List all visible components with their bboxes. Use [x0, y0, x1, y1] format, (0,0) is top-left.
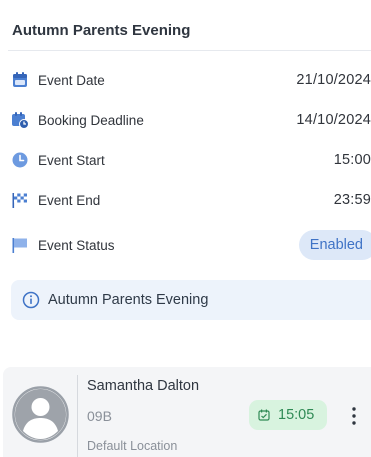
info-icon	[22, 291, 40, 309]
detail-row-event-status: Event Status Enabled	[0, 229, 371, 261]
calendar-icon	[11, 71, 29, 89]
detail-label: Event Date	[38, 72, 105, 88]
checkered-flag-icon	[11, 191, 29, 209]
detail-row-event-date: Event Date 21/10/2024	[0, 64, 371, 96]
detail-row-event-end: Event End 23:59	[0, 184, 371, 216]
booking-time: 15:05	[278, 407, 315, 423]
detail-label: Event End	[38, 192, 101, 208]
booking-location: Default Location	[87, 439, 178, 453]
more-vertical-icon[interactable]	[348, 405, 360, 427]
detail-label: Event Start	[38, 152, 105, 168]
info-text: Autumn Parents Evening	[48, 292, 209, 308]
title-divider	[8, 50, 371, 51]
clock-icon	[11, 151, 29, 169]
student-name: Samantha Dalton	[87, 378, 200, 394]
card-divider	[77, 375, 78, 457]
student-group: 09B	[87, 408, 112, 424]
detail-value: 21/10/2024	[296, 72, 371, 88]
detail-row-event-start: Event Start 15:00	[0, 144, 371, 176]
detail-value: 14/10/2024	[296, 112, 371, 128]
detail-value: 23:59	[333, 192, 371, 208]
detail-value: 15:00	[333, 152, 371, 168]
detail-row-booking-deadline: Booking Deadline 14/10/2024	[0, 104, 371, 136]
detail-label: Event Status	[38, 237, 115, 253]
status-badge: Enabled	[298, 230, 371, 260]
flag-icon	[11, 236, 29, 254]
booking-card[interactable]: Samantha Dalton 09B Default Location 15:…	[3, 367, 371, 457]
page-title: Autumn Parents Evening	[12, 22, 191, 39]
calendar-clock-icon	[11, 111, 29, 129]
calendar-check-icon	[258, 409, 270, 421]
booking-time-chip[interactable]: 15:05	[249, 400, 327, 430]
info-banner: Autumn Parents Evening	[11, 280, 371, 320]
detail-label: Booking Deadline	[38, 112, 144, 128]
avatar	[12, 386, 69, 443]
